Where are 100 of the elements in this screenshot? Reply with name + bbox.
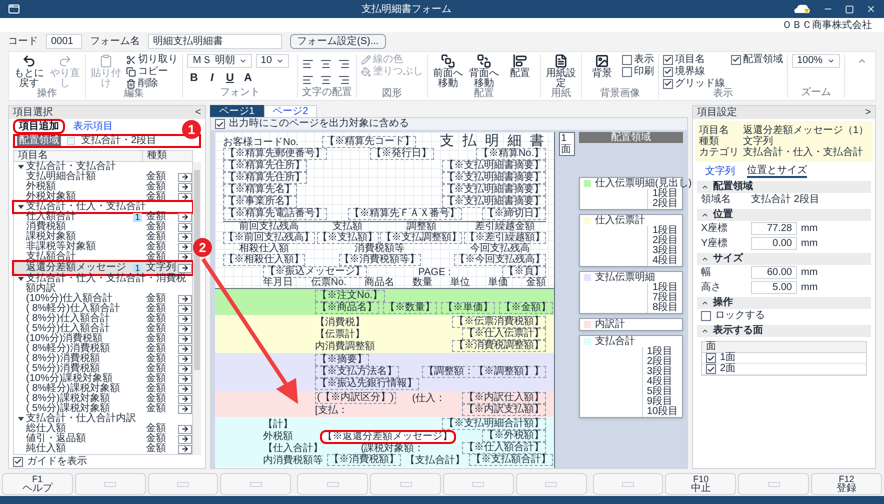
tree-item-row[interactable]: ( 5%分)課税対象額 金額: [14, 404, 192, 414]
field-placeholder[interactable]: 【※支払明細書摘要】: [442, 184, 546, 196]
field-placeholder[interactable]: 【※振込メッセージ】: [263, 266, 367, 278]
function-key[interactable]: F12 登録: [811, 473, 882, 495]
field-placeholder[interactable]: 【※精算先郵便番号】: [223, 148, 327, 160]
column-header[interactable]: 項目名: [14, 151, 142, 161]
tab[interactable]: 表示項目: [69, 121, 117, 132]
ribbon-button[interactable]: 切り取り: [126, 54, 178, 65]
checkbox[interactable]: [622, 54, 632, 64]
ribbon-button[interactable]: 用紙設定: [545, 54, 577, 89]
tree-item-row[interactable]: ( 8%軽分)課税対象額 金額: [14, 384, 192, 394]
add-arrow-button[interactable]: [178, 324, 192, 334]
ribbon-button[interactable]: 削除: [126, 78, 178, 89]
add-arrow-button[interactable]: [178, 344, 192, 354]
close-icon[interactable]: [866, 4, 876, 14]
checkbox[interactable]: [13, 456, 23, 466]
ribbon-button[interactable]: 配置: [504, 54, 536, 79]
section-header[interactable]: 位置: [697, 209, 871, 221]
field-placeholder[interactable]: 【※精算先電話番号】: [223, 208, 327, 220]
add-arrow-button[interactable]: [178, 364, 192, 374]
tree-item-row[interactable]: 外税額 金額: [14, 182, 192, 192]
tree-item-row[interactable]: ( 5%分)消費税額 金額: [14, 364, 192, 374]
ribbon-button[interactable]: 前面へ移動: [432, 54, 464, 89]
field-placeholder[interactable]: 【※消費税額等】: [338, 254, 420, 266]
form-settings-button[interactable]: フォーム設定(S)...: [290, 34, 386, 49]
number-field[interactable]: 77.28: [751, 222, 797, 235]
field-placeholder[interactable]: 【※消費税調整額】: [452, 340, 546, 352]
field-placeholder[interactable]: 【※支払明細書摘要】: [442, 160, 546, 172]
number-field[interactable]: 60.00: [751, 266, 797, 279]
tree-group-row[interactable]: 支払合計・仕入・支払合計・消費税額内訳: [14, 274, 192, 294]
ribbon-button[interactable]: 背景: [586, 54, 618, 79]
tree-item-row[interactable]: 総仕入額 金額: [14, 424, 192, 434]
tree-item-row[interactable]: ( 8%分)消費税額 金額: [14, 354, 192, 364]
tree-item-row[interactable]: ( 8%軽分)仕入額合計 金額: [14, 304, 192, 314]
ribbon-button[interactable]: コピー: [126, 66, 178, 77]
tree-item-row[interactable]: ( 8%軽分)消費税額 金額: [14, 344, 192, 354]
maximize-icon[interactable]: [845, 4, 854, 14]
add-arrow-button[interactable]: [178, 404, 192, 414]
ribbon-button[interactable]: 背面へ移動: [468, 54, 500, 89]
add-arrow-button[interactable]: [178, 172, 192, 182]
tree-item-row[interactable]: (10%分)仕入額合計 金額: [14, 294, 192, 304]
collapse-button[interactable]: <: [195, 108, 201, 118]
tree-item-row[interactable]: 返還分差額メッセージ 1 文字列: [14, 262, 192, 274]
field-placeholder[interactable]: 【※前回支払残高】: [223, 232, 315, 244]
tree-item-row[interactable]: 支払明細合計額 金額: [14, 172, 192, 182]
tree-item-row[interactable]: 仕入額合計 1 金額: [14, 212, 192, 222]
field-placeholder[interactable]: 【※締切日】: [482, 208, 546, 220]
number-field[interactable]: 5.00: [751, 281, 797, 294]
field-placeholder[interactable]: 【※支払明細書摘要】: [442, 196, 546, 208]
column-header[interactable]: 種類: [142, 151, 192, 161]
checkbox[interactable]: [622, 66, 632, 76]
tree-group-row[interactable]: 支払合計・支払合計: [14, 162, 192, 172]
add-arrow-button[interactable]: [178, 222, 192, 232]
add-arrow-button[interactable]: [178, 264, 192, 272]
field-placeholder[interactable]: 【※金額】: [499, 302, 553, 314]
checkbox[interactable]: [663, 66, 673, 76]
field-placeholder[interactable]: 【※振込先銀行情報】: [315, 378, 419, 390]
tree-item-row[interactable]: 値引・返品額 金額: [14, 434, 192, 444]
field-placeholder[interactable]: 【※注文No.】: [315, 290, 385, 302]
checkbox[interactable]: [701, 311, 711, 321]
field-placeholder[interactable]: 【※内訳支払額】: [462, 404, 546, 416]
add-arrow-button[interactable]: [178, 354, 192, 364]
align-icon[interactable]: [320, 74, 332, 86]
tree-item-row[interactable]: ( 8%分)課税対象額 金額: [14, 394, 192, 404]
add-arrow-button[interactable]: [178, 334, 192, 344]
align-icon[interactable]: [338, 58, 350, 70]
format-button[interactable]: U: [223, 72, 237, 84]
field-placeholder[interactable]: (【※内訳区分】): [315, 392, 396, 404]
field-placeholder[interactable]: 【※支払明細合計額】: [442, 418, 546, 430]
field-placeholder[interactable]: 【※外税額】: [482, 430, 546, 442]
tree-item-row[interactable]: 課税対象額 金額: [14, 232, 192, 242]
add-arrow-button[interactable]: [178, 294, 192, 304]
add-arrow-button[interactable]: [178, 434, 192, 444]
area-selector[interactable]: 配置領域 支払合計・2段目: [13, 134, 201, 148]
tab[interactable]: 項目追加: [13, 119, 65, 134]
function-key[interactable]: F10 中止: [665, 473, 736, 495]
field-placeholder[interactable]: 【※支払額】: [316, 232, 379, 244]
checkbox[interactable]: [706, 364, 716, 374]
field-placeholder[interactable]: 【※事業所名】: [223, 196, 297, 208]
field-placeholder[interactable]: 【※伝票消費税額】: [452, 316, 546, 328]
ribbon-button[interactable]: もとに戻す: [13, 54, 45, 89]
tab[interactable]: 位置とサイズ: [747, 165, 807, 178]
add-arrow-button[interactable]: [178, 314, 192, 324]
section-header[interactable]: 配置領域: [697, 181, 871, 193]
page-tab[interactable]: ページ2: [264, 105, 318, 117]
tree-item-row[interactable]: (10%分)課税対象額 金額: [14, 374, 192, 384]
checkbox[interactable]: [731, 54, 741, 64]
align-icon[interactable]: [302, 74, 314, 86]
number-field[interactable]: 0.00: [751, 237, 797, 250]
field-placeholder[interactable]: 【※消費税額】: [327, 454, 401, 466]
field-placeholder[interactable]: 【※頁】: [502, 266, 546, 278]
checkbox[interactable]: [215, 119, 225, 129]
field-placeholder[interactable]: 【※精算先住所】: [223, 160, 307, 172]
field-placeholder[interactable]: 【※支払調整額】: [380, 232, 462, 244]
add-arrow-button[interactable]: [178, 182, 192, 192]
field-placeholder[interactable]: 【※仕入額合計】: [462, 442, 546, 454]
field-placeholder[interactable]: 【※摘要】: [315, 354, 369, 366]
add-arrow-button[interactable]: [178, 444, 192, 454]
section-header[interactable]: 表示する面: [697, 325, 871, 337]
tree-item-row[interactable]: 非課税等対象額 金額: [14, 242, 192, 252]
